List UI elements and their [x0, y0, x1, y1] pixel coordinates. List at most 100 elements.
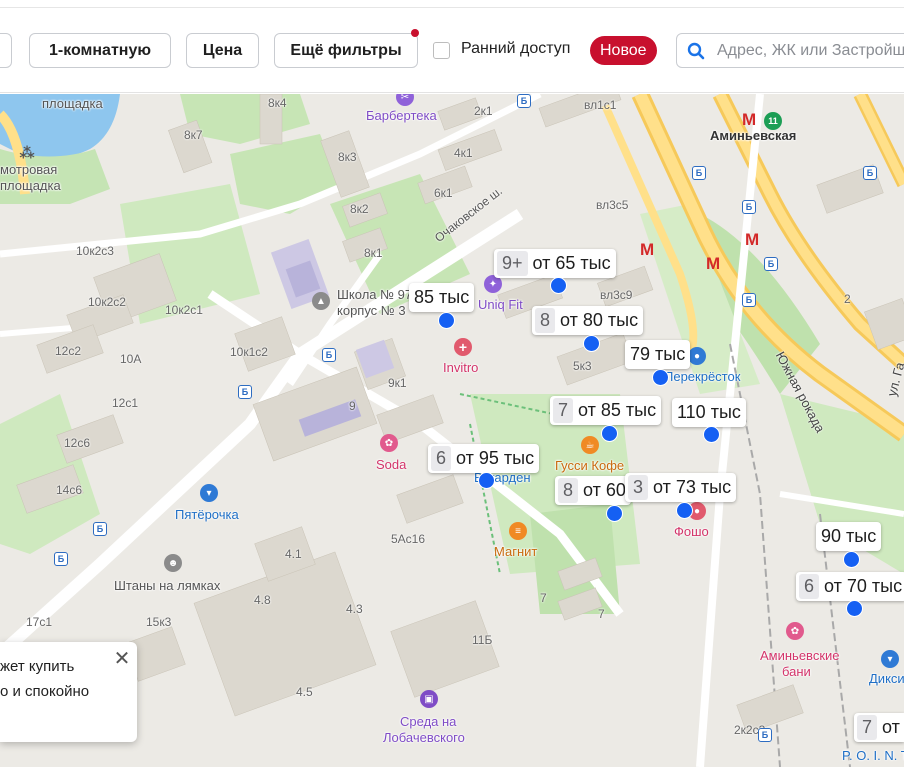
- poi-soda[interactable]: Soda: [376, 457, 406, 472]
- building-label: вл3с9: [600, 288, 633, 302]
- poi-diksi[interactable]: Дикси: [869, 671, 904, 686]
- price-tag[interactable]: 90 тыс: [816, 522, 882, 551]
- listing-marker[interactable]: [843, 551, 860, 568]
- poi-pyaterochka[interactable]: Пятёрочка: [175, 507, 239, 522]
- listing-marker[interactable]: [606, 505, 623, 522]
- binoculars-icon: ⁂: [19, 145, 35, 162]
- building-label: 8к4: [268, 96, 287, 110]
- poi-gussi-kofe[interactable]: Гусси Кофе: [555, 458, 624, 473]
- briefcase-icon[interactable]: ▣: [420, 690, 438, 708]
- new-badge: Новое: [590, 36, 657, 65]
- price-tag-value: от 65 тыс: [532, 253, 611, 273]
- poi-magnit[interactable]: Магнит: [494, 544, 537, 559]
- listing-marker[interactable]: [438, 312, 455, 329]
- beauty-icon[interactable]: ✿: [380, 434, 398, 452]
- grocery-icon[interactable]: ≡: [509, 522, 527, 540]
- price-tag[interactable]: 8 от 80 тыс: [532, 306, 644, 335]
- metro-m-icon: М: [742, 110, 757, 129]
- building-label: 7: [540, 591, 547, 605]
- building-label: 7: [598, 607, 605, 621]
- listing-marker[interactable]: [478, 472, 495, 489]
- listing-marker[interactable]: [550, 277, 567, 294]
- shop-icon[interactable]: ●: [688, 347, 706, 365]
- price-tag-value: от 73 тыс: [653, 477, 732, 497]
- transit-stop-icon: Б: [742, 200, 756, 214]
- poi-perekrestok[interactable]: Перекрёсток: [664, 369, 740, 384]
- listing-marker[interactable]: [601, 425, 618, 442]
- price-tag-value: от 60 тыс: [583, 480, 631, 500]
- price-tag-value: 110 тыс: [677, 402, 741, 422]
- building-label: 4.1: [285, 547, 302, 561]
- early-access-checkbox[interactable]: [433, 42, 450, 59]
- price-tag[interactable]: 6 от 95 тыс: [428, 444, 540, 473]
- early-access-label[interactable]: Ранний доступ: [461, 40, 570, 58]
- search-box[interactable]: [676, 33, 904, 68]
- building-label: 4.8: [254, 593, 271, 607]
- transit-stop-icon: Б: [517, 94, 531, 108]
- building-label: вл1с1: [584, 98, 617, 112]
- poi-uniq-fit[interactable]: Uniq Fit: [478, 297, 523, 312]
- station-aminevskaya[interactable]: Аминьевская: [710, 128, 796, 143]
- coffee-icon[interactable]: ☕: [581, 436, 599, 454]
- listing-marker[interactable]: [652, 369, 669, 386]
- price-tag[interactable]: 79 тыс: [625, 340, 691, 369]
- building-label: 4к1: [454, 146, 473, 160]
- price-tag[interactable]: 110 тыс: [672, 398, 746, 427]
- listing-marker[interactable]: [703, 426, 720, 443]
- price-tag[interactable]: 9+ от 65 тыс: [494, 249, 616, 278]
- building-label: 6к1: [434, 186, 453, 200]
- price-tag[interactable]: 7 от 85 тыс: [550, 396, 662, 425]
- building-label: 10к2с2: [88, 295, 126, 309]
- listing-marker[interactable]: [583, 335, 600, 352]
- price-tag[interactable]: 85 тыс: [409, 283, 475, 312]
- metro-m-icon: М: [640, 240, 655, 259]
- filters-indicator-dot: [411, 29, 419, 37]
- poi-school-1[interactable]: Школа № 97: [337, 287, 412, 302]
- poi-bani-1[interactable]: Аминьевские: [760, 648, 840, 663]
- transit-stop-icon: Б: [54, 552, 68, 566]
- close-icon[interactable]: ✕: [113, 649, 131, 669]
- transit-stop-icon: Б: [863, 166, 877, 180]
- popup-text: жет купить о и спокойно: [0, 654, 120, 704]
- poi-fosho[interactable]: Фошо: [674, 524, 709, 539]
- price-tag[interactable]: 6 от 70 тыс: [796, 572, 904, 601]
- search-input[interactable]: [717, 34, 904, 67]
- kids-icon[interactable]: ☻: [164, 554, 182, 572]
- filter-button-partial[interactable]: [0, 33, 12, 68]
- poi-shtany[interactable]: Штаны на лямках: [114, 578, 220, 593]
- listing-marker[interactable]: [676, 502, 693, 519]
- price-tag[interactable]: 7от 7: [854, 713, 904, 742]
- basket-icon[interactable]: ▾: [881, 650, 899, 668]
- basket-icon[interactable]: ▾: [200, 484, 218, 502]
- more-filters-button[interactable]: Ещё фильтры: [274, 33, 418, 68]
- price-tag-value: от 7: [882, 717, 904, 737]
- price-tag-count: 9+: [497, 251, 528, 276]
- poi-school-2[interactable]: корпус № 3: [337, 303, 406, 318]
- price-filter-button[interactable]: Цена: [186, 33, 259, 68]
- building-label: 9: [349, 399, 356, 413]
- price-tag[interactable]: 3 от 73 тыс: [625, 473, 737, 502]
- rooms-filter-button[interactable]: 1-комнатную: [29, 33, 171, 68]
- poi-label: мотровая: [0, 162, 58, 177]
- transit-stop-icon: Б: [322, 348, 336, 362]
- poi-point[interactable]: P. O. I. N. T: [842, 748, 904, 763]
- price-tag[interactable]: 8от 60 тыс: [555, 476, 631, 505]
- spa-icon[interactable]: ✿: [786, 622, 804, 640]
- building-label: 11Б: [472, 633, 493, 647]
- poi-invitro[interactable]: Invitro: [443, 360, 478, 375]
- building-label: 12с6: [64, 436, 91, 450]
- building-label: 5Ас16: [391, 532, 426, 546]
- building-label: 10А: [120, 352, 142, 366]
- poi-sreda-1[interactable]: Среда на: [400, 714, 456, 729]
- poi-sreda-2[interactable]: Лобачевского: [383, 730, 465, 745]
- listing-marker[interactable]: [846, 600, 863, 617]
- poi-barbertka[interactable]: Барбертека: [366, 108, 437, 123]
- poi-bani-2[interactable]: бани: [782, 664, 811, 679]
- price-tag-count: 7: [553, 398, 574, 423]
- medical-cross-icon[interactable]: +: [454, 338, 472, 356]
- school-icon[interactable]: ▲: [312, 292, 330, 310]
- price-tag-count: 8: [558, 478, 579, 503]
- transit-stop-icon: Б: [238, 385, 252, 399]
- transit-stop-icon: Б: [93, 522, 107, 536]
- price-tag-value: 79 тыс: [630, 344, 686, 364]
